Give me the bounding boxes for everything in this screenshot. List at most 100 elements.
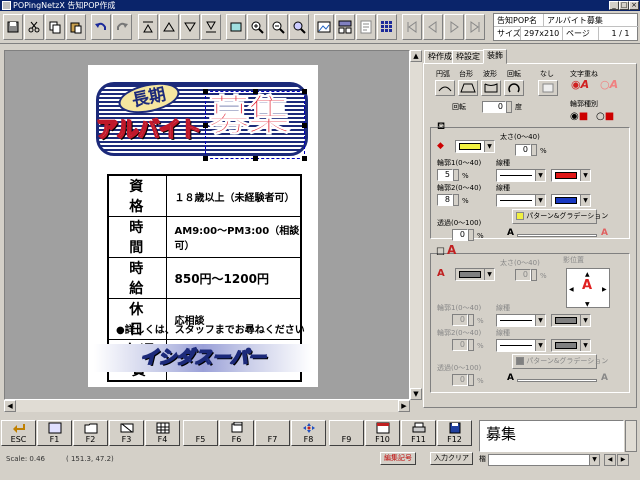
rotate-spinner[interactable] — [506, 101, 512, 113]
align-top-button[interactable] — [138, 14, 158, 40]
shadow-thickness-spinner[interactable] — [531, 269, 537, 281]
henshu-kigo-button[interactable]: 編集記号 — [380, 452, 416, 465]
shadow-color-combo[interactable]: ▼ — [455, 268, 495, 281]
save-tool-button[interactable] — [3, 14, 23, 40]
wave-shape-button[interactable] — [481, 80, 501, 96]
f7-key-button[interactable]: F7 — [255, 420, 290, 446]
none-shape-button[interactable] — [538, 80, 558, 96]
undo-tool-button[interactable] — [91, 14, 111, 40]
shadow-transparency-spinner[interactable] — [468, 374, 474, 386]
outline1-input[interactable]: 5 — [437, 169, 453, 181]
next-page-button[interactable] — [444, 14, 464, 40]
resize-handle[interactable] — [302, 156, 307, 161]
close-button[interactable]: × — [629, 1, 639, 10]
f12-key-button[interactable]: F12 — [437, 420, 472, 446]
f4-key-button[interactable]: F4 — [145, 420, 180, 446]
layout-tool-button[interactable] — [335, 14, 355, 40]
pattern-gradation-button[interactable]: パターン&グラデーション — [512, 209, 608, 224]
shadow-outline1-spinner[interactable] — [468, 314, 474, 326]
rotate-shape-button[interactable] — [504, 80, 524, 96]
redo-tool-button[interactable] — [112, 14, 132, 40]
outline-type-radio-1[interactable]: ◉■ — [570, 112, 588, 122]
esc-key-button[interactable]: ESC — [1, 420, 36, 446]
arubaito-text[interactable]: アルバイト — [96, 112, 203, 144]
arrow-up-icon[interactable]: ▲ — [585, 270, 590, 279]
text-edit-field[interactable]: 募集 — [479, 420, 624, 452]
resize-handle[interactable] — [203, 156, 208, 161]
shadow-linetype2-combo[interactable]: ▼ — [496, 339, 546, 352]
scroll-down-arrow[interactable]: ▼ — [410, 388, 422, 400]
shadow-outline2-input[interactable]: 0 — [452, 339, 468, 351]
horizontal-scrollbar[interactable]: ◀ ▶ — [4, 400, 410, 412]
overlay-radio-2[interactable]: ○A — [600, 79, 618, 90]
transparency-input[interactable]: 0 — [452, 229, 468, 241]
f5-key-button[interactable]: F5 — [183, 420, 218, 446]
shadow-thickness-input[interactable]: 0 — [515, 269, 531, 281]
outline2-color-combo[interactable]: ▼ — [551, 194, 591, 207]
move-down-button[interactable] — [180, 14, 200, 40]
shadow-checkbox[interactable]: ☐ — [436, 248, 445, 258]
resize-handle[interactable] — [302, 89, 307, 94]
linetype2-combo[interactable]: ▼ — [496, 194, 546, 207]
f1-key-button[interactable]: F1 — [37, 420, 72, 446]
rotate-input[interactable]: 0 — [482, 101, 506, 113]
resize-handle[interactable] — [302, 123, 307, 128]
overlay-radio-1[interactable]: ◉A — [571, 79, 589, 90]
last-page-button[interactable] — [465, 14, 485, 40]
linetype1-combo[interactable]: ▼ — [496, 169, 546, 182]
image-tool-button[interactable] — [314, 14, 334, 40]
shadow-outline2-spinner[interactable] — [468, 339, 474, 351]
f3-key-button[interactable]: F3 — [109, 420, 144, 446]
outline1-spinner[interactable] — [453, 169, 459, 181]
shadow-linetype1-combo[interactable]: ▼ — [496, 314, 546, 327]
paste-tool-button[interactable] — [66, 14, 86, 40]
font-next-button[interactable]: ▶ — [617, 454, 629, 466]
tab-soshoku[interactable]: 装飾 — [483, 49, 507, 64]
f2-key-button[interactable]: F2 — [73, 420, 108, 446]
f6-key-button[interactable]: F6 — [219, 420, 254, 446]
f9-key-button[interactable]: F9 — [329, 420, 364, 446]
zoom-out-button[interactable] — [268, 14, 288, 40]
minimize-button[interactable]: _ — [609, 1, 619, 10]
outline1-color-combo[interactable]: ▼ — [551, 169, 591, 182]
zoom-in-button[interactable] — [247, 14, 267, 40]
move-up-button[interactable] — [159, 14, 179, 40]
maximize-button[interactable]: □ — [619, 1, 629, 10]
font-combo[interactable]: ▼ — [488, 454, 600, 466]
arrow-down-icon[interactable]: ▼ — [585, 300, 590, 309]
tab-waku-settei[interactable]: 枠設定 — [452, 50, 484, 64]
resize-handle[interactable] — [253, 89, 258, 94]
shadow-position-box[interactable]: A ▲ ▼ ◀ ▶ — [566, 268, 610, 308]
shadow-outline1-input[interactable]: 0 — [452, 314, 468, 326]
template-tool-button[interactable] — [356, 14, 376, 40]
text-edit-scrollbar[interactable] — [625, 420, 637, 452]
scroll-left-arrow[interactable]: ◀ — [4, 400, 16, 412]
frame-tool-button[interactable] — [226, 14, 246, 40]
outline2-input[interactable]: 8 — [437, 194, 453, 206]
scroll-up-arrow[interactable]: ▲ — [410, 50, 422, 62]
arrow-left-icon[interactable]: ◀ — [569, 285, 574, 294]
font-dropdown-arrow[interactable]: ▼ — [589, 455, 599, 465]
f10-key-button[interactable]: F10 — [365, 420, 400, 446]
scroll-right-arrow[interactable]: ▶ — [398, 400, 410, 412]
transparency-slider[interactable] — [517, 234, 597, 237]
store-banner[interactable]: イシダスーパー — [94, 344, 312, 372]
f11-key-button[interactable]: F11 — [401, 420, 436, 446]
vertical-scrollbar[interactable]: ▲ ▼ — [410, 50, 422, 400]
shadow-outline2-color[interactable]: ▼ — [551, 339, 591, 352]
transparency-spinner[interactable] — [468, 229, 474, 241]
shadow-pattern-button[interactable]: パターン&グラデーション — [512, 354, 608, 369]
arc-shape-button[interactable] — [435, 80, 455, 96]
align-bottom-button[interactable] — [201, 14, 221, 40]
fill-color-combo[interactable]: ▼ — [455, 140, 495, 153]
copy-tool-button[interactable] — [45, 14, 65, 40]
shadow-transparency-slider[interactable] — [517, 379, 597, 382]
cut-tool-button[interactable] — [24, 14, 44, 40]
prev-page-button[interactable] — [423, 14, 443, 40]
shadow-transparency-input[interactable]: 0 — [452, 374, 468, 386]
outline2-spinner[interactable] — [453, 194, 459, 206]
detail-note[interactable]: ●詳しくは、スタッフまでお尋ねください — [116, 321, 305, 336]
zoom-fit-button[interactable] — [289, 14, 309, 40]
first-page-button[interactable] — [402, 14, 422, 40]
grid-tool-button[interactable] — [377, 14, 397, 40]
